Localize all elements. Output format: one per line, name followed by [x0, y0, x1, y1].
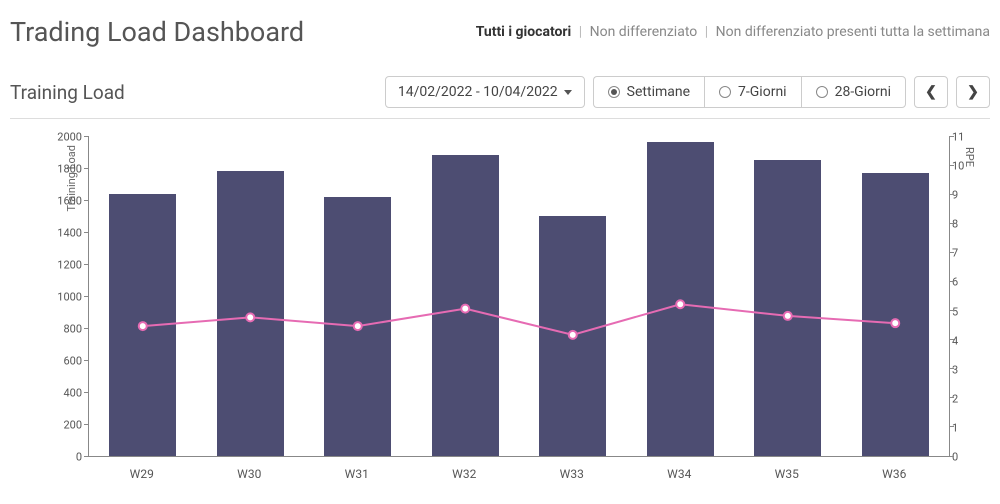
- period-28-giorni[interactable]: 28-Giorni: [801, 76, 906, 108]
- y1-tick: 2000: [40, 131, 82, 144]
- y1-tick: 400: [40, 387, 82, 400]
- caret-down-icon: [564, 90, 572, 95]
- y2-tick: 1: [952, 421, 978, 434]
- date-range-label: 14/02/2022 - 10/04/2022: [398, 84, 558, 100]
- y2-tick: 5: [952, 305, 978, 318]
- chevron-right-icon: ❯: [967, 84, 979, 100]
- period-settimane[interactable]: Settimane: [593, 76, 704, 108]
- tab-all-players[interactable]: Tutti i giocatori: [476, 24, 572, 40]
- y2-tick: 2: [952, 392, 978, 405]
- period-7-giorni[interactable]: 7-Giorni: [704, 76, 801, 108]
- period-label: 7-Giorni: [738, 84, 787, 100]
- x-tick: W33: [560, 467, 584, 481]
- y2-tick: 0: [952, 451, 978, 464]
- training-load-chart: Training Load RPE 0200400600800100012001…: [10, 137, 990, 497]
- y1-tick: 600: [40, 355, 82, 368]
- chevron-left-icon: ❮: [925, 84, 937, 100]
- radio-icon: [608, 86, 620, 98]
- rpe-line: [89, 137, 949, 457]
- y2-tick: 6: [952, 276, 978, 289]
- period-label: 28-Giorni: [835, 84, 891, 100]
- y1-tick: 0: [40, 451, 82, 464]
- separator: |: [701, 24, 712, 40]
- x-tick: W32: [452, 467, 476, 481]
- y1-ticks: 0200400600800100012001400160018002000: [40, 137, 82, 457]
- y2-tick: 8: [952, 218, 978, 231]
- x-tick: W34: [667, 467, 691, 481]
- y2-tick: 11: [952, 131, 978, 144]
- y2-tick: 9: [952, 189, 978, 202]
- divider: [10, 118, 990, 119]
- y2-tick: 7: [952, 247, 978, 260]
- date-range-picker[interactable]: 14/02/2022 - 10/04/2022: [385, 76, 585, 108]
- x-tick: W29: [130, 467, 154, 481]
- x-tick: W36: [882, 467, 906, 481]
- x-tick: W30: [237, 467, 261, 481]
- y1-tick: 200: [40, 419, 82, 432]
- prev-button[interactable]: ❮: [914, 76, 948, 108]
- period-toggle-group: Settimane 7-Giorni 28-Giorni: [593, 76, 906, 108]
- y1-tick: 1400: [40, 227, 82, 240]
- y1-tick: 800: [40, 323, 82, 336]
- y1-tick: 1600: [40, 195, 82, 208]
- radio-icon: [816, 86, 828, 98]
- y2-ticks: 01234567891011: [952, 137, 978, 457]
- tab-non-diff[interactable]: Non differenziato: [590, 24, 698, 40]
- period-label: Settimane: [627, 84, 690, 100]
- y2-tick: 4: [952, 334, 978, 347]
- x-ticks: W29 W30 W31 W32 W33 W34 W35 W36: [88, 467, 950, 487]
- y1-tick: 1000: [40, 291, 82, 304]
- page-title: Trading Load Dashboard: [10, 16, 304, 48]
- y2-tick: 3: [952, 363, 978, 376]
- y2-tick: 10: [952, 160, 978, 173]
- y1-tick: 1800: [40, 163, 82, 176]
- radio-icon: [719, 86, 731, 98]
- player-filter-tabs: Tutti i giocatori | Non differenziato | …: [476, 24, 990, 40]
- plot-area: [88, 137, 950, 457]
- section-title: Training Load: [10, 81, 125, 104]
- tab-non-diff-full-week[interactable]: Non differenziato presenti tutta la sett…: [716, 24, 990, 40]
- next-button[interactable]: ❯: [956, 76, 990, 108]
- x-tick: W35: [775, 467, 799, 481]
- y1-tick: 1200: [40, 259, 82, 272]
- separator: |: [575, 24, 586, 40]
- x-tick: W31: [345, 467, 369, 481]
